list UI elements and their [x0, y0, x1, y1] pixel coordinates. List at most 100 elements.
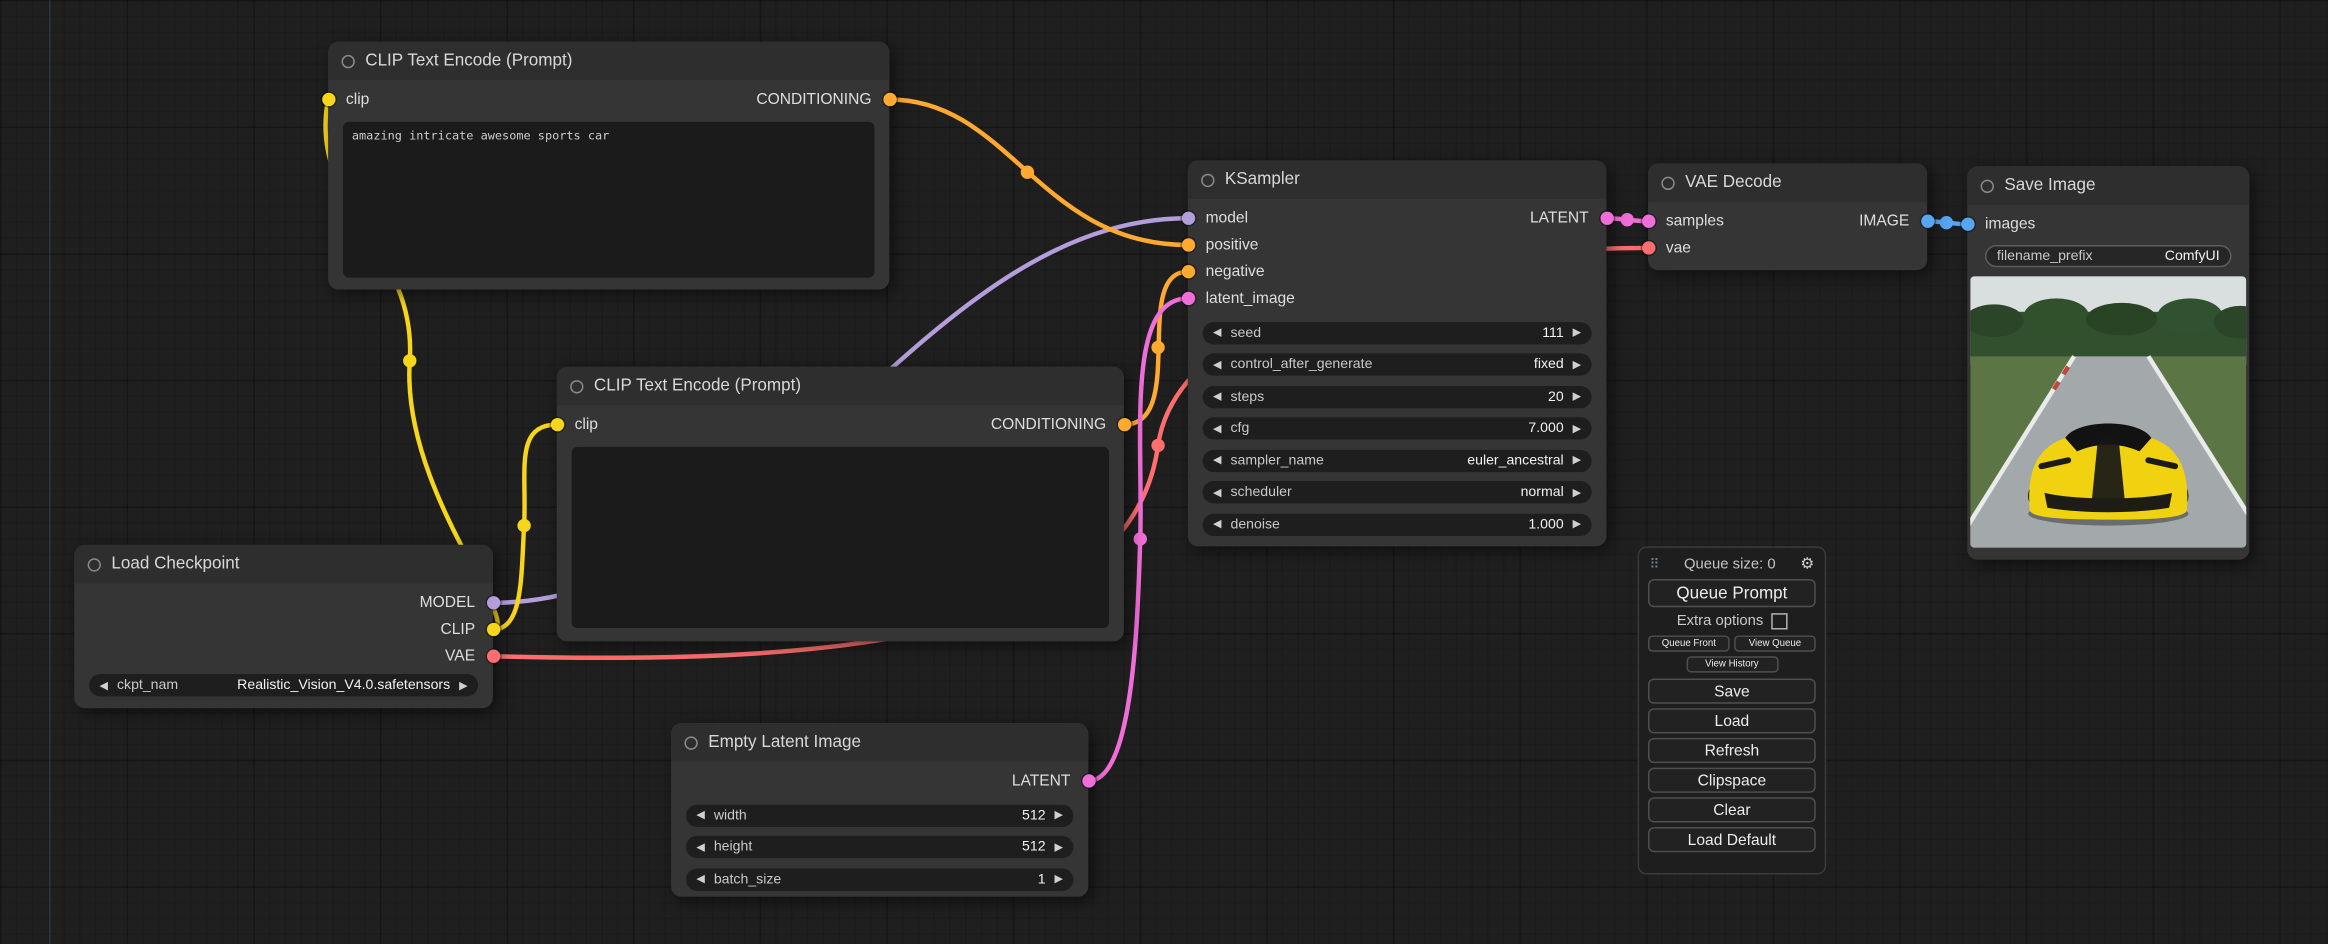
decrement-arrow-icon[interactable]: ◀	[696, 810, 705, 821]
node-title-bar[interactable]: VAE Decode	[1648, 163, 1928, 202]
widget-control-after-generate[interactable]: ◀ control_after_generate fixed ▶	[1202, 353, 1592, 376]
widget-width[interactable]: ◀ width 512 ▶	[685, 803, 1074, 827]
samples-input-port[interactable]	[1641, 214, 1655, 228]
decrement-arrow-icon[interactable]: ◀	[1213, 487, 1222, 498]
node-title: VAE Decode	[1685, 173, 1782, 192]
clip-output-port[interactable]	[486, 622, 500, 637]
widget-value: 512	[1022, 806, 1046, 824]
collapse-dot-icon[interactable]	[341, 54, 355, 68]
increment-arrow-icon[interactable]: ▶	[1573, 423, 1582, 434]
decrement-arrow-icon[interactable]: ◀	[1213, 455, 1222, 466]
image-output-port[interactable]	[1920, 214, 1934, 228]
collapse-dot-icon[interactable]	[87, 557, 101, 571]
node-ksampler[interactable]: KSampler model LATENT positive negative …	[1181, 160, 1614, 547]
clear-button[interactable]: Clear	[1648, 797, 1816, 823]
collapse-dot-icon[interactable]	[570, 379, 584, 393]
prompt-textarea[interactable]	[571, 446, 1110, 629]
widget-ckpt-name[interactable]: ◀ ckpt_nam Realistic_Vision_V4.0.safeten…	[89, 674, 479, 697]
preview-car-illustration	[1970, 276, 2247, 548]
negative-input-port[interactable]	[1181, 265, 1195, 279]
increment-arrow-icon[interactable]: ▶	[1573, 327, 1582, 338]
decrement-arrow-icon[interactable]: ◀	[99, 680, 108, 691]
view-queue-button[interactable]: View Queue	[1734, 635, 1816, 652]
increment-arrow-icon[interactable]: ▶	[1573, 487, 1582, 498]
decrement-arrow-icon[interactable]: ◀	[696, 841, 705, 852]
vae-output-port[interactable]	[486, 649, 500, 663]
node-title-bar[interactable]: KSampler	[1187, 160, 1607, 199]
widget-scheduler[interactable]: ◀ scheduler normal ▶	[1202, 481, 1592, 504]
images-input-port[interactable]	[1960, 217, 1974, 231]
widget-label: cfg	[1230, 420, 1250, 437]
decrement-arrow-icon[interactable]: ◀	[1213, 519, 1222, 530]
link-midpoint-dot	[1620, 213, 1634, 227]
increment-arrow-icon[interactable]: ▶	[1054, 810, 1063, 821]
node-save-image[interactable]: Save Image images filename_prefix ComfyU…	[1960, 166, 2250, 560]
node-graph-canvas[interactable]: CLIP Text Encode (Prompt) clip CONDITION…	[0, 0, 2328, 944]
generated-image-preview	[1970, 276, 2247, 548]
node-title-bar[interactable]: CLIP Text Encode (Prompt)	[328, 41, 890, 81]
link-midpoint-dot	[1020, 165, 1035, 179]
queue-prompt-button[interactable]: Queue Prompt	[1648, 579, 1816, 608]
widget-value: 111	[1542, 324, 1564, 341]
vae-input-port[interactable]	[1641, 241, 1655, 255]
decrement-arrow-icon[interactable]: ◀	[1213, 391, 1222, 402]
collapse-dot-icon[interactable]	[684, 735, 698, 750]
clip-input-port[interactable]	[321, 92, 335, 107]
node-clip-text-encode-2[interactable]: CLIP Text Encode (Prompt) clip CONDITION…	[550, 366, 1131, 642]
decrement-arrow-icon[interactable]: ◀	[1213, 327, 1222, 338]
save-button[interactable]: Save	[1648, 678, 1816, 704]
node-title-bar[interactable]: Load Checkpoint	[74, 544, 493, 584]
increment-arrow-icon[interactable]: ▶	[1573, 519, 1582, 530]
node-vae-decode[interactable]: VAE Decode samples IMAGE vae	[1641, 163, 1934, 271]
widget-filename-prefix[interactable]: filename_prefix ComfyUI	[1985, 244, 2232, 268]
load-default-button[interactable]: Load Default	[1648, 826, 1816, 853]
slot-row: clip CONDITIONING	[321, 86, 897, 113]
latent-output-port[interactable]	[1599, 211, 1614, 225]
latent-image-input-port[interactable]	[1181, 291, 1195, 306]
positive-input-port[interactable]	[1181, 238, 1195, 252]
collapse-dot-icon[interactable]	[1980, 178, 1994, 193]
increment-arrow-icon[interactable]: ▶	[1573, 455, 1582, 466]
increment-arrow-icon[interactable]: ▶	[1054, 841, 1063, 852]
node-load-checkpoint[interactable]: Load Checkpoint MODEL CLIP VAE ◀ ckpt_na…	[74, 544, 500, 709]
clip-input-port[interactable]	[550, 417, 564, 432]
decrement-arrow-icon[interactable]: ◀	[696, 873, 705, 884]
widget-steps[interactable]: ◀ steps 20 ▶	[1202, 385, 1592, 408]
widget-cfg[interactable]: ◀ cfg 7.000 ▶	[1202, 417, 1592, 440]
extra-options-checkbox[interactable]	[1770, 613, 1788, 630]
collapse-dot-icon[interactable]	[1201, 172, 1215, 187]
increment-arrow-icon[interactable]: ▶	[1573, 391, 1582, 402]
widget-batch-size[interactable]: ◀ batch_size 1 ▶	[685, 867, 1074, 891]
widget-value: 20	[1548, 388, 1564, 405]
model-output-port[interactable]	[486, 596, 500, 610]
increment-arrow-icon[interactable]: ▶	[1573, 359, 1582, 370]
model-input-port[interactable]	[1181, 211, 1195, 225]
increment-arrow-icon[interactable]: ▶	[1054, 873, 1063, 884]
decrement-arrow-icon[interactable]: ◀	[1213, 359, 1222, 370]
load-button[interactable]: Load	[1648, 708, 1816, 734]
node-title-bar[interactable]: Empty Latent Image	[671, 723, 1089, 762]
view-history-button[interactable]: View History	[1685, 656, 1778, 673]
queue-front-button[interactable]: Queue Front	[1648, 635, 1730, 652]
conditioning-output-port[interactable]	[1117, 417, 1131, 432]
drag-handle-icon[interactable]: ⠿	[1650, 556, 1660, 572]
widget-sampler-name[interactable]: ◀ sampler_name euler_ancestral ▶	[1202, 449, 1592, 472]
latent-output-port[interactable]	[1081, 774, 1095, 788]
node-title-bar[interactable]: Save Image	[1967, 166, 2250, 205]
clipspace-button[interactable]: Clipspace	[1648, 767, 1816, 793]
prompt-textarea[interactable]: amazing intricate awesome sports car	[342, 121, 875, 278]
refresh-button[interactable]: Refresh	[1648, 737, 1816, 764]
node-title-bar[interactable]: CLIP Text Encode (Prompt)	[556, 366, 1124, 406]
settings-gear-icon[interactable]: ⚙	[1800, 555, 1814, 573]
node-empty-latent-image[interactable]: Empty Latent Image LATENT ◀ width 512 ▶ …	[671, 723, 1095, 897]
input-label-positive: positive	[1205, 236, 1259, 254]
widget-value: 7.000	[1528, 420, 1564, 437]
widget-seed[interactable]: ◀ seed 111 ▶	[1202, 321, 1592, 344]
increment-arrow-icon[interactable]: ▶	[459, 680, 468, 691]
decrement-arrow-icon[interactable]: ◀	[1213, 423, 1222, 434]
conditioning-output-port[interactable]	[882, 92, 897, 107]
collapse-dot-icon[interactable]	[1661, 175, 1675, 190]
widget-height[interactable]: ◀ height 512 ▶	[685, 835, 1074, 859]
widget-denoise[interactable]: ◀ denoise 1.000 ▶	[1202, 512, 1592, 536]
node-clip-text-encode-1[interactable]: CLIP Text Encode (Prompt) clip CONDITION…	[321, 41, 897, 290]
